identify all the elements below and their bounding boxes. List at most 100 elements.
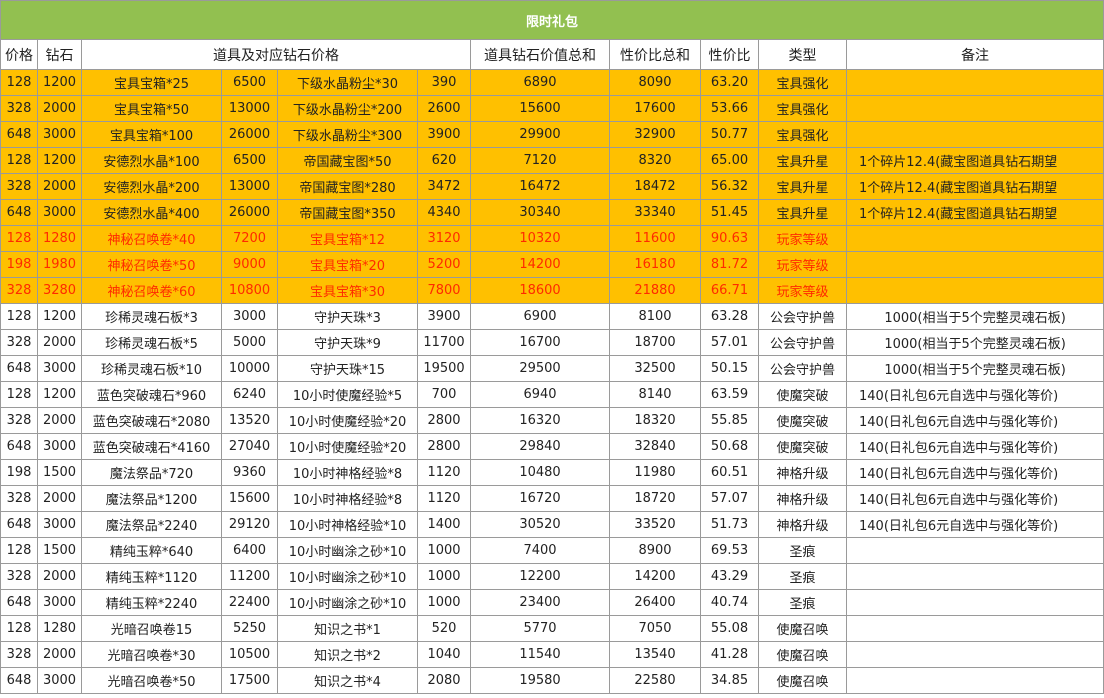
cell-item-total: 29900: [470, 121, 610, 148]
cell-item-2-value: 1040: [417, 641, 471, 668]
cell-item-2: 下级水晶粉尘*30: [277, 69, 418, 96]
cell-item-total: 10480: [470, 459, 610, 486]
cell-diamond: 3000: [37, 667, 82, 694]
cell-type: 使魔突破: [758, 381, 847, 408]
cell-item-1: 光暗召唤卷*50: [81, 667, 222, 694]
cell-type: 使魔召唤: [758, 615, 847, 642]
cell-ratio: 81.72: [700, 251, 759, 278]
cell-item-2-value: 2080: [417, 667, 471, 694]
cell-value-total: 16180: [609, 251, 701, 278]
cell-type: 宝具升星: [758, 147, 847, 174]
cell-item-2-value: 1400: [417, 511, 471, 538]
table-row: 128 1280 神秘召唤卷*40 7200 宝具宝箱*12 3120 10320 11600…: [0, 225, 1104, 252]
cell-item-1-value: 10500: [221, 641, 278, 668]
cell-type: 公会守护兽: [758, 355, 847, 382]
cell-item-2: 知识之书*1: [277, 615, 418, 642]
cell-diamond: 1500: [37, 537, 82, 564]
cell-note: [845, 589, 1104, 616]
cell-item-1-value: 9000: [221, 251, 278, 278]
header-value-total: 性价比总和: [609, 39, 701, 70]
cell-item-total: 12200: [470, 563, 610, 590]
cell-note: [845, 225, 1104, 252]
cell-item-1-value: 15600: [221, 485, 278, 512]
table-row: 648 3000 光暗召唤卷*50 17500 知识之书*4 2080 19580 22580…: [0, 667, 1104, 694]
cell-ratio: 55.85: [700, 407, 759, 434]
cell-value-total: 8100: [609, 303, 701, 330]
cell-price: 128: [0, 147, 38, 174]
table-row: 648 3000 魔法祭品*2240 29120 10小时神格经验*10 1400 3052…: [0, 511, 1104, 538]
cell-diamond: 2000: [37, 407, 82, 434]
cell-item-1: 安德烈水晶*100: [81, 147, 222, 174]
cell-type: 宝具升星: [758, 173, 847, 200]
cell-item-1-value: 9360: [221, 459, 278, 486]
cell-item-1: 珍稀灵魂石板*3: [81, 303, 222, 330]
cell-item-2: 10小时神格经验*8: [277, 459, 418, 486]
cell-item-1-value: 6400: [221, 537, 278, 564]
cell-ratio: 57.01: [700, 329, 759, 356]
cell-item-2: 下级水晶粉尘*200: [277, 95, 418, 122]
cell-note: [845, 69, 1104, 96]
cell-note: 140(日礼包6元自选中与强化等价): [845, 485, 1104, 512]
cell-item-1: 安德烈水晶*400: [81, 199, 222, 226]
cell-item-total: 6940: [470, 381, 610, 408]
cell-price: 328: [0, 641, 38, 668]
cell-ratio: 63.28: [700, 303, 759, 330]
header-items: 道具及对应钻石价格: [81, 39, 471, 70]
cell-item-2: 帝国藏宝图*50: [277, 147, 418, 174]
cell-item-1-value: 6240: [221, 381, 278, 408]
table-row: 328 2000 光暗召唤卷*30 10500 知识之书*2 1040 11540 13540…: [0, 641, 1104, 668]
cell-item-1: 光暗召唤卷15: [81, 615, 222, 642]
cell-price: 128: [0, 537, 38, 564]
cell-item-total: 5770: [470, 615, 610, 642]
table-row: 648 3000 宝具宝箱*100 26000 下级水晶粉尘*300 3900 29900 3…: [0, 121, 1104, 148]
cell-item-1: 魔法祭品*2240: [81, 511, 222, 538]
cell-price: 648: [0, 667, 38, 694]
cell-item-1: 光暗召唤卷*30: [81, 641, 222, 668]
cell-diamond: 3000: [37, 433, 82, 460]
cell-item-1: 蓝色突破魂石*4160: [81, 433, 222, 460]
cell-item-total: 7400: [470, 537, 610, 564]
cell-note: [845, 277, 1104, 304]
cell-item-total: 16320: [470, 407, 610, 434]
cell-item-2: 10小时神格经验*8: [277, 485, 418, 512]
cell-item-2-value: 19500: [417, 355, 471, 382]
cell-value-total: 21880: [609, 277, 701, 304]
cell-note: [845, 563, 1104, 590]
cell-item-2-value: 620: [417, 147, 471, 174]
cell-item-2: 知识之书*2: [277, 641, 418, 668]
cell-item-total: 19580: [470, 667, 610, 694]
cell-item-1-value: 22400: [221, 589, 278, 616]
table-row: 328 2000 宝具宝箱*50 13000 下级水晶粉尘*200 2600 15600 17…: [0, 95, 1104, 122]
table-row: 648 3000 安德烈水晶*400 26000 帝国藏宝图*350 4340 30340 3…: [0, 199, 1104, 226]
cell-item-total: 10320: [470, 225, 610, 252]
cell-note: [845, 251, 1104, 278]
cell-value-total: 18720: [609, 485, 701, 512]
cell-diamond: 1200: [37, 381, 82, 408]
cell-item-1-value: 5250: [221, 615, 278, 642]
cell-type: 玩家等级: [758, 225, 847, 252]
cell-type: 神格升级: [758, 459, 847, 486]
cell-price: 198: [0, 459, 38, 486]
cell-value-total: 18700: [609, 329, 701, 356]
header-type: 类型: [758, 39, 847, 70]
cell-item-1: 蓝色突破魂石*2080: [81, 407, 222, 434]
cell-type: 玩家等级: [758, 251, 847, 278]
cell-note: 140(日礼包6元自选中与强化等价): [845, 459, 1104, 486]
cell-item-1-value: 26000: [221, 121, 278, 148]
cell-diamond: 2000: [37, 563, 82, 590]
cell-price: 328: [0, 407, 38, 434]
cell-item-2: 下级水晶粉尘*300: [277, 121, 418, 148]
cell-item-1-value: 11200: [221, 563, 278, 590]
cell-ratio: 63.59: [700, 381, 759, 408]
cell-price: 648: [0, 589, 38, 616]
header-diamond: 钻石: [37, 39, 82, 70]
cell-diamond: 3000: [37, 355, 82, 382]
cell-note: 1000(相当于5个完整灵魂石板): [845, 329, 1104, 356]
cell-price: 328: [0, 563, 38, 590]
cell-item-2: 宝具宝箱*12: [277, 225, 418, 252]
cell-price: 648: [0, 433, 38, 460]
cell-note: 140(日礼包6元自选中与强化等价): [845, 511, 1104, 538]
cell-item-1-value: 13000: [221, 173, 278, 200]
table-row: 328 2000 蓝色突破魂石*2080 13520 10小时使魔经验*20 2800 16…: [0, 407, 1104, 434]
cell-type: 使魔突破: [758, 407, 847, 434]
